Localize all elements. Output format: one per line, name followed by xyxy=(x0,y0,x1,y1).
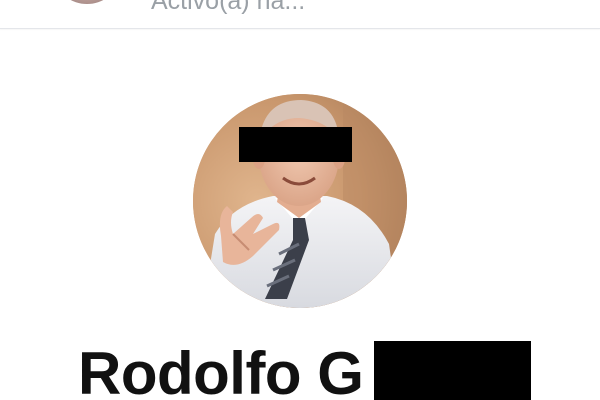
messenger-profile-view: Activo(a) ha... Rodolfo G xyxy=(0,0,600,400)
profile-name: Rodolfo G xyxy=(78,340,364,400)
active-status: Activo(a) ha... xyxy=(151,0,306,15)
face-censor-bar xyxy=(239,127,352,162)
chat-header: Activo(a) ha... xyxy=(0,0,600,29)
header-avatar[interactable] xyxy=(58,0,116,4)
name-censor-bar xyxy=(374,341,531,400)
